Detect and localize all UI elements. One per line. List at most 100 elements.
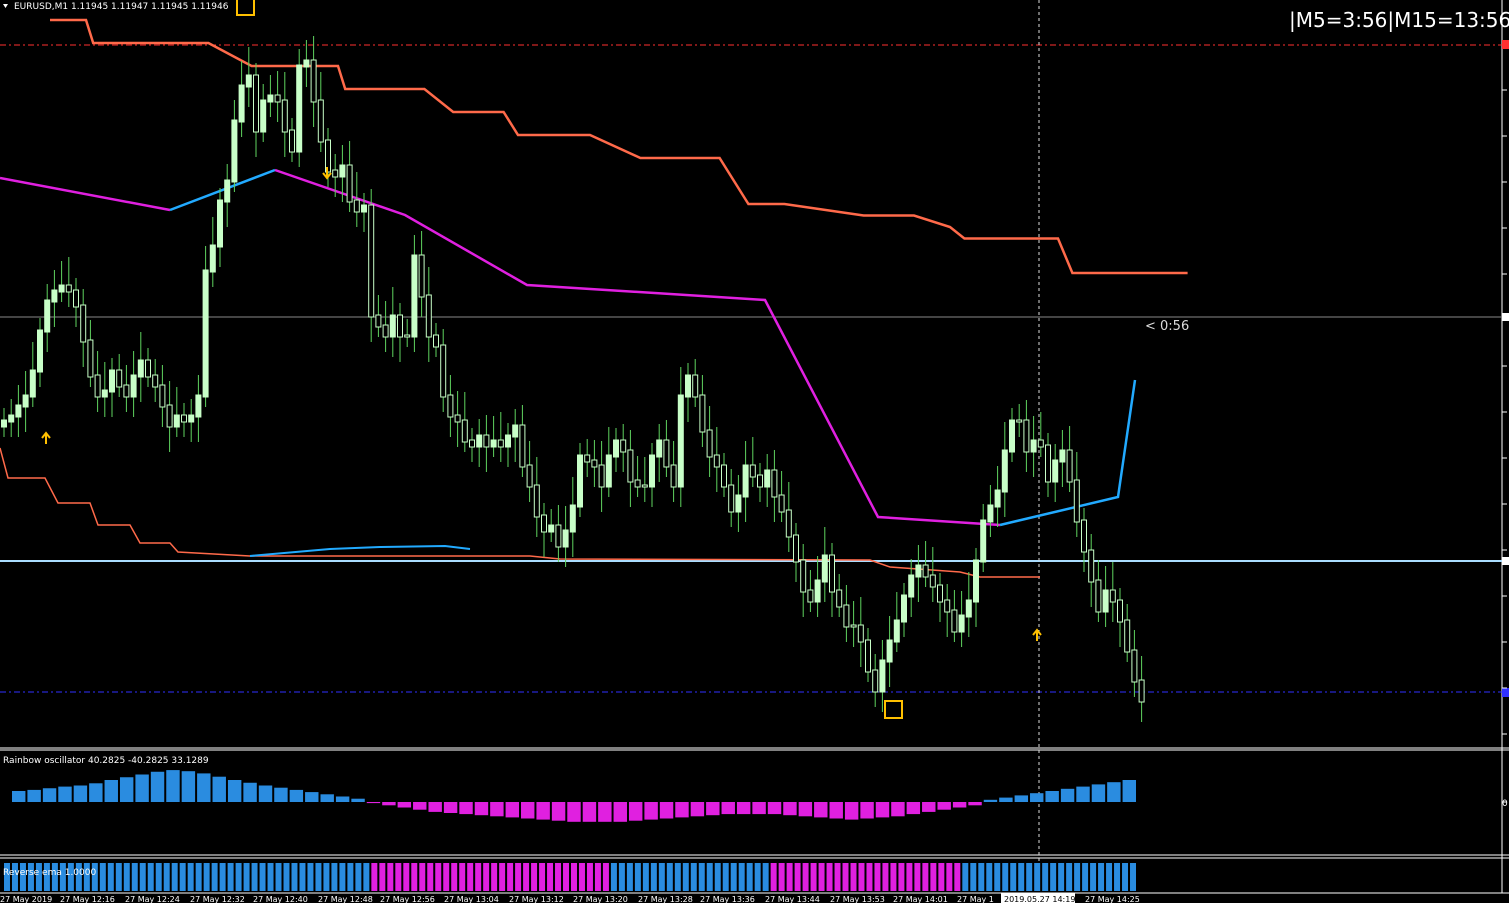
reverse-ema-bar bbox=[179, 863, 186, 891]
reverse-ema-bar bbox=[115, 863, 122, 891]
time-axis-label: 27 May 12:40 bbox=[253, 895, 308, 903]
candle-body bbox=[29, 369, 36, 398]
oscillator-bar bbox=[104, 780, 118, 802]
reverse-ema-bar bbox=[1026, 863, 1033, 891]
candle-body bbox=[274, 94, 281, 103]
oscillator-bar bbox=[613, 802, 627, 822]
reverse-ema-bar bbox=[411, 863, 418, 891]
reverse-ema-bar bbox=[626, 863, 633, 891]
candle-body bbox=[166, 404, 173, 428]
reverse-ema-bar bbox=[291, 863, 298, 891]
time-axis-label: 27 May 2019 bbox=[0, 895, 52, 903]
candle-body bbox=[217, 199, 223, 248]
reverse-ema-bar bbox=[722, 863, 729, 891]
time-axis-label: 27 May 13:04 bbox=[444, 895, 499, 903]
reverse-ema-bar bbox=[395, 863, 402, 891]
reverse-ema-bar bbox=[187, 863, 194, 891]
candle-body bbox=[533, 484, 540, 518]
reverse-ema-bar bbox=[299, 863, 306, 891]
reverse-ema-bar bbox=[906, 863, 913, 891]
trading-chart[interactable]: 27 May 2019 27 May 12:16 27 May 12:24 27 Ma… bbox=[0, 0, 1509, 903]
reverse-ema-bar bbox=[363, 863, 370, 891]
oscillator-bar bbox=[197, 773, 211, 802]
candle-body bbox=[764, 469, 771, 488]
reverse-ema-bar bbox=[594, 863, 601, 891]
candle-body bbox=[713, 454, 720, 468]
candle-body bbox=[562, 529, 569, 548]
candle-body bbox=[1095, 579, 1102, 613]
candle-body bbox=[101, 389, 108, 398]
candle-body bbox=[929, 574, 936, 588]
reverse-ema-bar bbox=[730, 863, 737, 891]
timer-label: |M5=3:56|M15=13:56 bbox=[1289, 8, 1509, 32]
candle-body bbox=[886, 639, 893, 663]
reverse-ema-bar bbox=[610, 863, 617, 891]
candle-body bbox=[872, 669, 879, 693]
countdown-label: < 0:56 bbox=[1145, 319, 1189, 334]
oscillator-bar bbox=[382, 802, 396, 806]
reverse-ema-bar bbox=[994, 863, 1001, 891]
reverse-ema-bar bbox=[267, 863, 274, 891]
candle-body bbox=[728, 484, 735, 513]
candle-body bbox=[649, 454, 655, 488]
candle-body bbox=[555, 524, 562, 548]
candle-body bbox=[397, 314, 403, 338]
oscillator-bar bbox=[721, 802, 735, 815]
candle-body bbox=[490, 439, 497, 448]
candle-body bbox=[505, 434, 511, 448]
oscillator-bar bbox=[474, 802, 489, 816]
candle-body bbox=[476, 434, 483, 448]
candle-body bbox=[58, 284, 65, 293]
candle-body bbox=[922, 564, 929, 578]
oscillator-bar bbox=[798, 802, 813, 817]
candle-body bbox=[80, 304, 87, 343]
candle-body bbox=[123, 384, 130, 398]
candle-body bbox=[670, 464, 677, 488]
reverse-ema-bar bbox=[986, 863, 993, 891]
candle-body bbox=[951, 609, 958, 633]
candle-body bbox=[65, 284, 72, 293]
reverse-ema-bar bbox=[866, 863, 873, 891]
reverse-ema-bar bbox=[475, 863, 482, 891]
oscillator-bar bbox=[27, 789, 41, 802]
candle-body bbox=[346, 164, 353, 203]
reverse-ema-bar bbox=[978, 863, 985, 891]
candle-body bbox=[692, 374, 699, 398]
oscillator-bar bbox=[891, 802, 905, 817]
oscillator-bar bbox=[119, 777, 134, 802]
candle-body bbox=[814, 579, 821, 603]
time-axis-label: 27 May 12:48 bbox=[318, 895, 373, 903]
candle-body bbox=[591, 459, 598, 468]
oscillator-bar bbox=[428, 802, 442, 812]
oscillator-bar bbox=[922, 802, 936, 812]
reverse-ema-bar bbox=[203, 863, 210, 891]
time-axis-label: 27 May 13:44 bbox=[765, 895, 820, 903]
reverse-ema-bar bbox=[275, 863, 282, 891]
reverse-ema-bar bbox=[682, 863, 689, 891]
oscillator-bar bbox=[1030, 793, 1044, 802]
candle-body bbox=[1088, 549, 1095, 583]
candle-body bbox=[857, 624, 864, 643]
candle-body bbox=[1009, 419, 1015, 453]
candle-body bbox=[656, 439, 663, 458]
candle-body bbox=[152, 374, 159, 388]
oscillator-bar bbox=[227, 780, 242, 802]
time-axis-label: 27 May 13:28 bbox=[638, 895, 693, 903]
oscillator-bar bbox=[937, 802, 951, 810]
candle-body bbox=[296, 64, 303, 153]
reverse-ema-bar bbox=[1082, 863, 1089, 891]
candle-body bbox=[1016, 419, 1023, 423]
candle-body bbox=[375, 314, 382, 328]
reverse-ema-bar bbox=[794, 863, 801, 891]
oscillator-bar bbox=[58, 786, 72, 802]
candle-body bbox=[973, 559, 979, 603]
candle-body bbox=[8, 414, 15, 423]
oscillator-bar bbox=[305, 792, 319, 802]
candle-body bbox=[627, 449, 634, 483]
reverse-ema-bar bbox=[163, 863, 170, 891]
reverse-ema-bar bbox=[698, 863, 705, 891]
reverse-ema-bar bbox=[818, 863, 825, 891]
oscillator-bar bbox=[289, 789, 304, 802]
candle-body bbox=[454, 414, 461, 423]
oscillator-bar bbox=[767, 802, 782, 815]
